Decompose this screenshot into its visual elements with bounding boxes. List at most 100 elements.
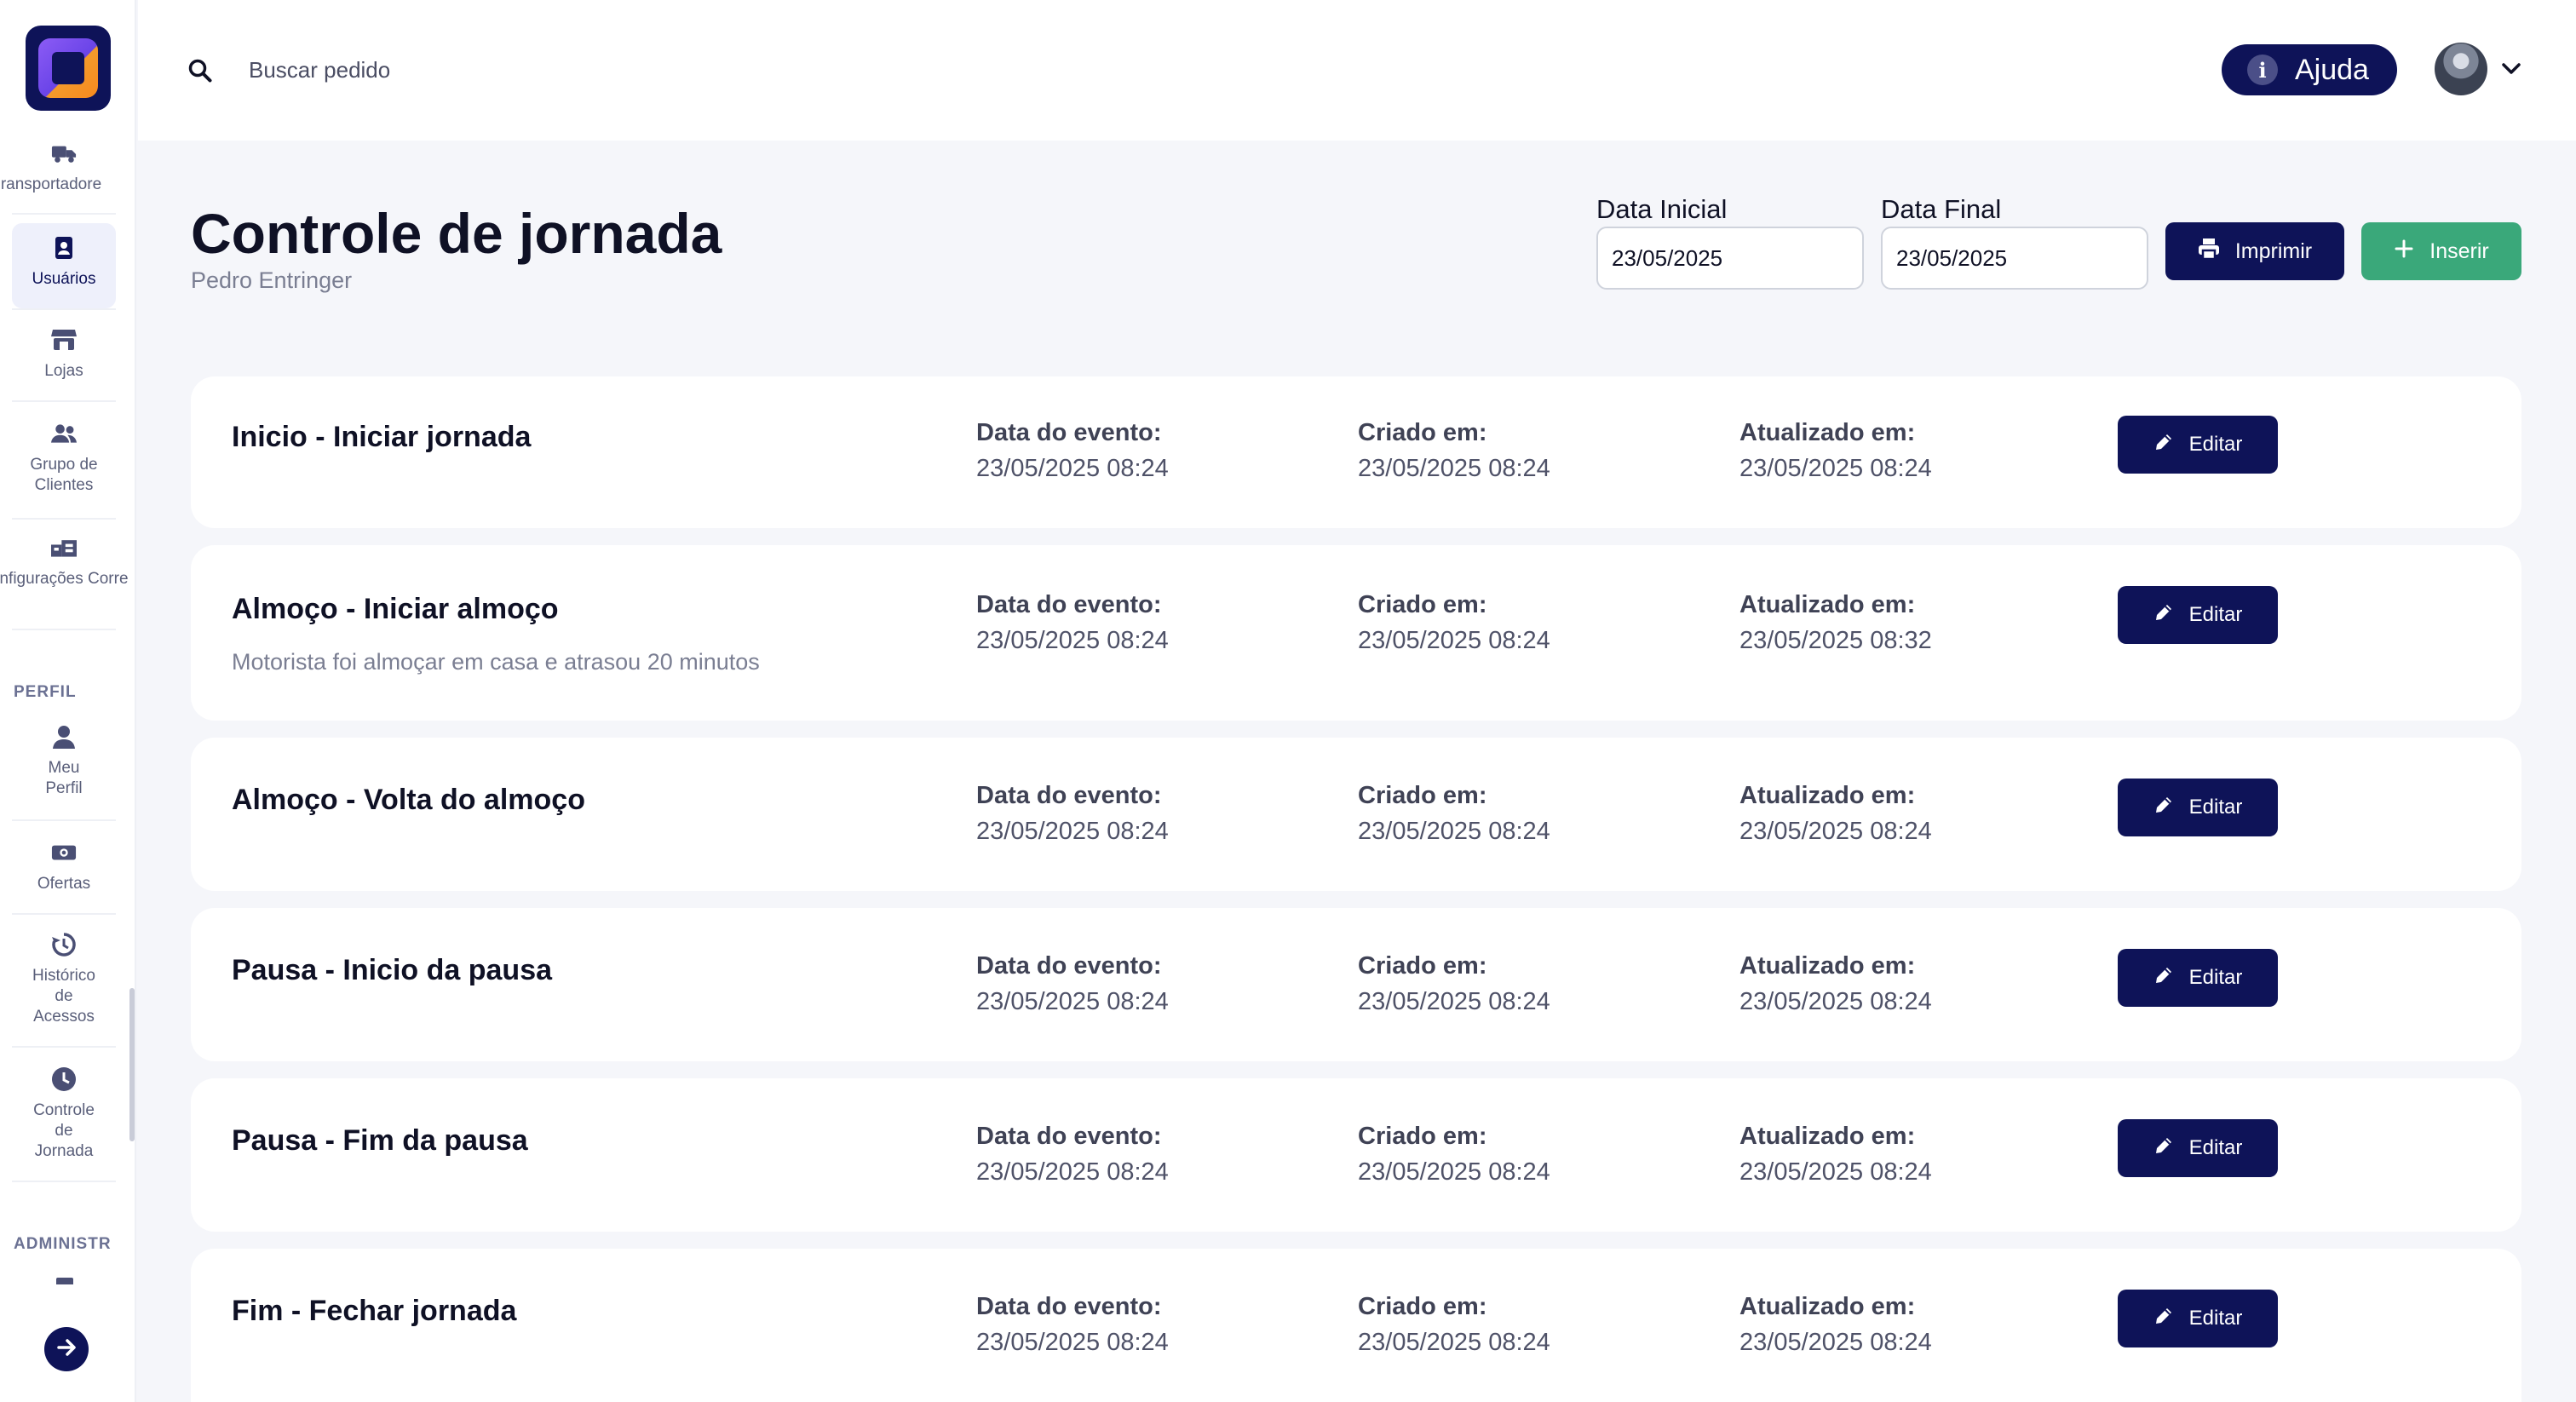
created-label: Criado em: [1358,591,1487,618]
entry-title: Inicio - Iniciar jornada [232,421,532,453]
edit-button[interactable]: Editar [2118,779,2278,836]
edit-label: Editar [2188,796,2243,819]
sidebar-item-label: ransportadore [0,175,102,193]
list-item: Pausa - Fim da pausa Data do evento: 23/… [191,1078,2521,1232]
section-title-admin: ADMINISTR [14,1235,112,1253]
pencil-icon [2153,795,2174,821]
sidebar-item-label: Meu Perfil [45,759,83,797]
edit-button[interactable]: Editar [2118,416,2278,474]
edit-label: Editar [2188,966,2243,989]
created-value: 23/05/2025 08:24 [1358,1329,1550,1356]
divider [12,819,116,821]
sidebar-item-grupo-clientes[interactable]: Grupo de Clientes [12,421,116,506]
edit-button[interactable]: Editar [2118,949,2278,1007]
sidebar: ransportadore Usuários Lojas Grupo de Cl… [0,0,136,1402]
event-date-value: 23/05/2025 08:24 [976,455,1169,482]
edit-label: Editar [2188,603,2243,626]
pencil-icon [2153,602,2174,629]
person-icon [51,724,77,750]
entry-title: Almoço - Volta do almoço [232,784,585,816]
sidebar-item-usuarios[interactable]: Usuários [12,223,116,308]
search-input[interactable] [249,49,760,90]
event-date-label: Data do evento: [976,419,1162,446]
help-button[interactable]: i Ajuda [2222,44,2397,95]
updated-value: 23/05/2025 08:24 [1739,455,1932,482]
pencil-icon [2153,965,2174,991]
list-item: Fim - Fechar jornada Data do evento: 23/… [191,1249,2521,1402]
info-icon: i [2247,55,2278,85]
avatar[interactable] [2435,43,2487,95]
sidebar-item-label: Grupo de Clientes [30,456,98,494]
edit-button[interactable]: Editar [2118,1290,2278,1347]
date-end-label: Data Final [1881,194,2002,224]
updated-value: 23/05/2025 08:24 [1739,1329,1932,1356]
store-icon [51,327,77,353]
divider [12,308,116,310]
created-value: 23/05/2025 08:24 [1358,988,1550,1015]
admin-item-icon [56,1278,73,1284]
edit-button[interactable]: Editar [2118,586,2278,644]
print-button[interactable]: Imprimir [2165,222,2344,280]
list-item: Inicio - Iniciar jornada Data do evento:… [191,376,2521,528]
list-item: Almoço - Volta do almoço Data do evento:… [191,738,2521,891]
updated-label: Atualizado em: [1739,419,1916,446]
event-date-value: 23/05/2025 08:24 [976,627,1169,654]
sidebar-scrollbar[interactable] [129,988,135,1141]
event-date-label: Data do evento: [976,1123,1162,1150]
sidebar-item-lojas[interactable]: Lojas [12,327,116,395]
updated-value: 23/05/2025 08:32 [1739,627,1932,654]
created-label: Criado em: [1358,1293,1487,1320]
pencil-icon [2153,432,2174,458]
page-subtitle: Pedro Entringer [191,267,353,293]
event-date-label: Data do evento: [976,782,1162,809]
divider [12,213,116,215]
search-icon[interactable] [187,58,213,83]
event-date-value: 23/05/2025 08:24 [976,988,1169,1015]
list-item: Almoço - Iniciar almoço Motorista foi al… [191,545,2521,721]
sidebar-item-meu-perfil[interactable]: Meu Perfil [12,724,116,809]
list-item: Pausa - Inicio da pausa Data do evento: … [191,908,2521,1061]
mail-config-icon [51,535,77,560]
edit-label: Editar [2188,433,2243,456]
created-value: 23/05/2025 08:24 [1358,818,1550,845]
print-label: Imprimir [2234,238,2313,263]
entry-title: Almoço - Iniciar almoço [232,593,559,625]
event-date-value: 23/05/2025 08:24 [976,818,1169,845]
date-start-field[interactable] [1596,227,1864,290]
updated-value: 23/05/2025 08:24 [1739,818,1932,845]
section-title-perfil: PERFIL [14,683,77,701]
sidebar-item-label: Configurações Correios [0,570,128,588]
insert-button[interactable]: Inserir [2361,222,2521,280]
sidebar-item-historico-acessos[interactable]: Histórico de Acessos [12,932,116,1034]
updated-label: Atualizado em: [1739,1123,1916,1150]
help-label: Ajuda [2295,53,2369,86]
created-label: Criado em: [1358,782,1487,809]
printer-icon [2198,238,2220,266]
created-value: 23/05/2025 08:24 [1358,455,1550,482]
created-value: 23/05/2025 08:24 [1358,1158,1550,1186]
date-end-field[interactable] [1881,227,2148,290]
plus-icon [2394,238,2414,265]
expand-sidebar-button[interactable] [44,1327,89,1371]
edit-label: Editar [2188,1307,2243,1330]
event-date-label: Data do evento: [976,1293,1162,1320]
event-date-label: Data do evento: [976,591,1162,618]
edit-button[interactable]: Editar [2118,1119,2278,1177]
updated-label: Atualizado em: [1739,591,1916,618]
page-title: Controle de jornada [191,202,722,265]
insert-label: Inserir [2429,238,2489,263]
topbar: i Ajuda [138,0,2576,141]
updated-value: 23/05/2025 08:24 [1739,1158,1932,1186]
sidebar-item-ofertas[interactable]: Ofertas [12,840,116,908]
sidebar-item-transportadoras[interactable]: ransportadore [0,141,128,209]
chevron-down-icon[interactable] [2499,60,2523,78]
created-value: 23/05/2025 08:24 [1358,627,1550,654]
user-badge-icon [51,235,77,261]
app-logo[interactable] [26,26,111,111]
event-date-value: 23/05/2025 08:24 [976,1158,1169,1186]
sidebar-item-config-correios[interactable]: Configurações Correios [0,535,128,620]
clock-icon [51,1066,77,1092]
sidebar-item-controle-jornada[interactable]: Controle de Jornada [12,1066,116,1169]
event-date-value: 23/05/2025 08:24 [976,1329,1169,1356]
updated-label: Atualizado em: [1739,952,1916,980]
